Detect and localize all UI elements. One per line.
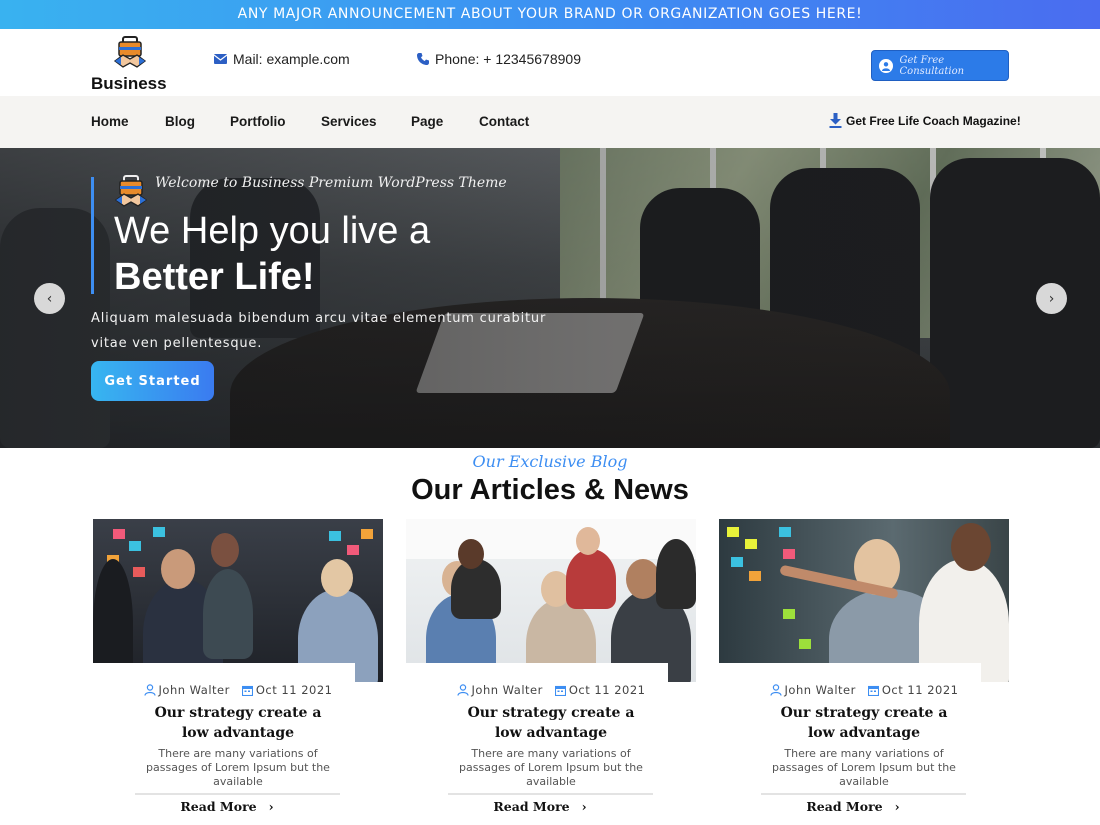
nav-item-page[interactable]: Page <box>411 114 443 129</box>
nav-item-portfolio[interactable]: Portfolio <box>230 114 286 129</box>
user-icon <box>879 58 893 73</box>
post-date: Oct 11 2021 <box>241 683 333 697</box>
post-date-text: Oct 11 2021 <box>568 683 646 697</box>
blog-card-title[interactable]: Our strategy create a low advantage <box>719 703 1009 743</box>
blog-card-image[interactable] <box>719 519 1009 682</box>
header-mail[interactable]: Mail: example.com <box>214 51 350 67</box>
brand-name: Business <box>91 74 167 93</box>
header-phone[interactable]: Phone: + 12345678909 <box>417 51 581 67</box>
blog-card-divider <box>761 793 966 795</box>
read-more-label: Read More <box>806 799 883 814</box>
nav-item-contact[interactable]: Contact <box>479 114 529 129</box>
post-date-text: Oct 11 2021 <box>255 683 333 697</box>
nav-item-home[interactable]: Home <box>91 114 129 129</box>
announcement-text: ANY MAJOR ANNOUNCEMENT ABOUT YOUR BRAND … <box>237 6 863 22</box>
hero-welcome-text: Welcome to Business Premium WordPress Th… <box>155 175 507 191</box>
blog-card-excerpt: There are many variations of passages of… <box>459 747 643 788</box>
hero-title-line1: We Help you live a <box>114 210 431 252</box>
hero-title-line2: Better Life! <box>114 256 315 298</box>
calendar-icon <box>867 685 879 696</box>
blog-card: John Walter Oct 11 2021 Our strategy cre… <box>406 519 696 819</box>
blog-card-image[interactable] <box>406 519 696 682</box>
blog-card-image[interactable] <box>93 519 383 682</box>
slider-next-button[interactable]: › <box>1036 283 1067 314</box>
site-header: Business Mail: example.com Phone: + 1234… <box>0 29 1100 99</box>
mail-text: Mail: example.com <box>233 51 350 67</box>
post-date: Oct 11 2021 <box>867 683 959 697</box>
post-date-text: Oct 11 2021 <box>881 683 959 697</box>
mail-icon <box>214 54 227 64</box>
hero-accent-line <box>91 177 94 294</box>
chevron-left-icon: ‹ <box>46 290 53 307</box>
author: John Walter <box>143 683 230 697</box>
calendar-icon <box>241 685 253 696</box>
free-consultation-button[interactable]: Get Free Consultation <box>871 50 1009 81</box>
blog-subheading: Our Exclusive Blog <box>472 452 628 471</box>
author-name: John Walter <box>784 683 856 697</box>
blog-card-excerpt: There are many variations of passages of… <box>772 747 956 788</box>
free-consultation-label: Get Free Consultation <box>899 54 965 77</box>
site-logo[interactable]: Business <box>91 35 171 99</box>
hero-description: Aliquam malesuada bibendum arcu vitae el… <box>91 311 547 351</box>
download-icon <box>829 113 842 128</box>
blog-card-meta: John Walter Oct 11 2021 <box>719 683 1009 697</box>
blog-card-excerpt: There are many variations of passages of… <box>146 747 330 788</box>
magazine-download-link[interactable]: Get Free Life Coach Magazine! <box>829 113 1021 128</box>
read-more-label: Read More <box>493 799 570 814</box>
chevron-right-icon: › <box>1048 290 1055 307</box>
blog-card: John Walter Oct 11 2021 Our strategy cre… <box>93 519 383 819</box>
handshake-briefcase-icon <box>113 36 147 68</box>
blog-card-meta: John Walter Oct 11 2021 <box>406 683 696 697</box>
author-name: John Walter <box>471 683 543 697</box>
author: John Walter <box>456 683 543 697</box>
blog-card-meta: John Walter Oct 11 2021 <box>93 683 383 697</box>
user-icon <box>456 684 469 696</box>
nav-item-services[interactable]: Services <box>321 114 377 129</box>
get-started-button[interactable]: Get Started <box>91 361 214 401</box>
author-name: John Walter <box>158 683 230 697</box>
blog-card-title[interactable]: Our strategy create a low advantage <box>406 703 696 743</box>
nav-item-blog[interactable]: Blog <box>165 114 195 129</box>
main-nav: Home Blog Portfolio Services Page Contac… <box>0 96 1100 148</box>
blog-card: John Walter Oct 11 2021 Our strategy cre… <box>719 519 1009 819</box>
blog-heading: Our Articles & News <box>411 474 689 506</box>
chevron-right-icon: › <box>894 799 900 814</box>
post-date: Oct 11 2021 <box>554 683 646 697</box>
user-icon <box>143 684 156 696</box>
phone-icon <box>417 53 429 65</box>
phone-text: Phone: + 12345678909 <box>435 51 581 67</box>
read-more-link[interactable]: Read More › <box>719 799 987 814</box>
read-more-link[interactable]: Read More › <box>93 799 361 814</box>
calendar-icon <box>554 685 566 696</box>
handshake-briefcase-icon <box>114 175 148 207</box>
get-started-label: Get Started <box>104 373 201 389</box>
chevron-right-icon: › <box>581 799 587 814</box>
read-more-link[interactable]: Read More › <box>406 799 674 814</box>
magazine-link-label: Get Free Life Coach Magazine! <box>846 113 1021 128</box>
announcement-bar: ANY MAJOR ANNOUNCEMENT ABOUT YOUR BRAND … <box>0 0 1100 29</box>
user-icon <box>769 684 782 696</box>
blog-card-title[interactable]: Our strategy create a low advantage <box>93 703 383 743</box>
blog-card-divider <box>448 793 653 795</box>
author: John Walter <box>769 683 856 697</box>
blog-card-divider <box>135 793 340 795</box>
slider-prev-button[interactable]: ‹ <box>34 283 65 314</box>
read-more-label: Read More <box>180 799 257 814</box>
chevron-right-icon: › <box>268 799 274 814</box>
